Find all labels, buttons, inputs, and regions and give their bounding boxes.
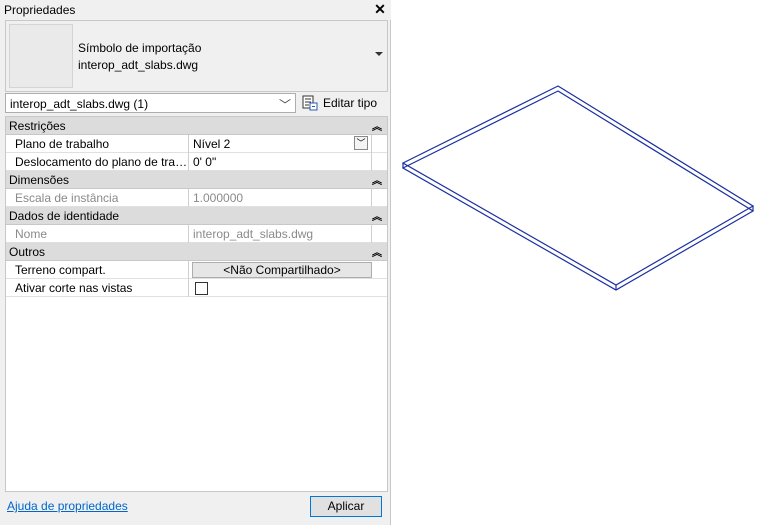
palette-titlebar: Propriedades ✕ [0, 0, 391, 20]
apply-button[interactable]: Aplicar [310, 496, 382, 517]
property-row: Nome interop_adt_slabs.dwg [6, 225, 387, 243]
collapse-icon[interactable]: ︽ [372, 208, 382, 223]
property-row: Escala de instância 1.000000 [6, 189, 387, 207]
category-label: Restrições [9, 119, 66, 133]
edit-type-button[interactable]: Editar tipo [300, 93, 388, 113]
chevron-down-icon[interactable]: ﹀ [354, 136, 368, 150]
property-row: Plano de trabalho Nível 2 ﹀ [6, 135, 387, 153]
type-preview-thumbnail [9, 24, 73, 88]
category-outros[interactable]: Outros ︽ [6, 243, 387, 261]
property-value: Nível 2 [193, 137, 231, 151]
instance-filter-dropdown[interactable]: interop_adt_slabs.dwg (1) ﹀ [5, 93, 296, 113]
collapse-icon[interactable]: ︽ [372, 244, 382, 259]
property-row: Terreno compart. <Não Compartilhado> [6, 261, 387, 279]
property-row: Deslocamento do plano de trab... 0' 0" [6, 153, 387, 171]
chevron-down-icon[interactable]: ﹀ [279, 96, 291, 113]
property-value: interop_adt_slabs.dwg [190, 225, 372, 243]
shared-site-button[interactable]: <Não Compartilhado> [192, 262, 372, 278]
category-label: Outros [9, 245, 46, 259]
category-label: Dados de identidade [9, 209, 120, 223]
collapse-icon[interactable]: ︽ [372, 118, 382, 133]
slab-model[interactable] [401, 85, 755, 291]
dropdown-arrow-icon[interactable] [375, 52, 383, 56]
property-value-input[interactable]: 0' 0" [190, 153, 372, 171]
drawing-canvas[interactable] [392, 0, 767, 525]
category-dimensoes[interactable]: Dimensões ︽ [6, 171, 387, 189]
close-icon[interactable]: ✕ [373, 1, 387, 17]
property-name: Escala de instância [6, 189, 189, 207]
properties-help-link[interactable]: Ajuda de propriedades [7, 499, 128, 513]
property-value-select[interactable]: Nível 2 ﹀ [190, 135, 372, 153]
property-name: Nome [6, 225, 189, 243]
property-name: Terreno compart. [6, 261, 189, 279]
edit-type-icon [302, 95, 318, 111]
collapse-icon[interactable]: ︽ [372, 172, 382, 187]
property-name: Plano de trabalho [6, 135, 189, 153]
property-name: Deslocamento do plano de trab... [6, 153, 189, 171]
type-family-label: Símbolo de importação [78, 41, 202, 55]
instance-filter-value: interop_adt_slabs.dwg (1) [10, 97, 149, 111]
properties-grid: Restrições ︽ Plano de trabalho Nível 2 ﹀… [5, 116, 388, 492]
enable-cut-checkbox[interactable] [195, 282, 208, 295]
property-name: Ativar corte nas vistas [6, 279, 189, 297]
category-dados-de-identidade[interactable]: Dados de identidade ︽ [6, 207, 387, 225]
property-value: 1.000000 [190, 189, 372, 207]
property-row: Ativar corte nas vistas [6, 279, 387, 297]
type-name-label: interop_adt_slabs.dwg [78, 58, 199, 72]
edit-type-label: Editar tipo [323, 96, 378, 110]
palette-title: Propriedades [4, 3, 76, 17]
type-selector[interactable]: Símbolo de importação interop_adt_slabs.… [5, 20, 388, 92]
properties-palette: Propriedades ✕ Símbolo de importação int… [0, 0, 391, 525]
category-label: Dimensões [9, 173, 70, 187]
category-restricoes[interactable]: Restrições ︽ [6, 117, 387, 135]
